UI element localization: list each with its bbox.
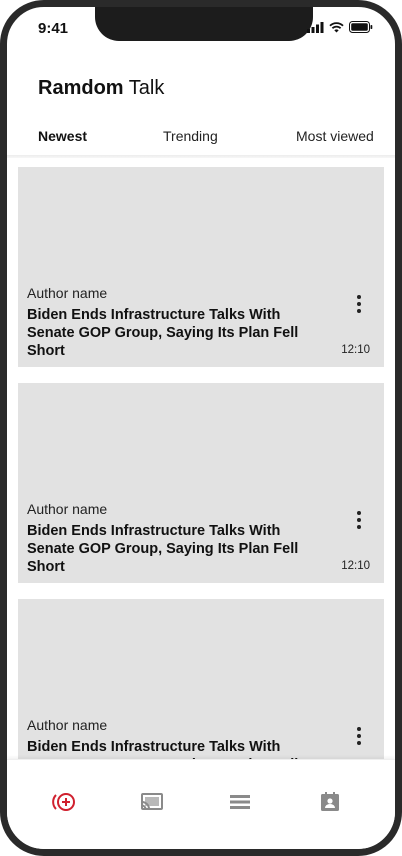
- contact-book-icon: [321, 792, 339, 811]
- tab-divider: [7, 155, 395, 158]
- nav-contacts-button[interactable]: [316, 790, 344, 814]
- nav-live-add-button[interactable]: [50, 790, 78, 814]
- more-options-icon[interactable]: [354, 511, 364, 531]
- tab-trending[interactable]: Trending: [163, 128, 218, 144]
- list-icon: [230, 795, 250, 809]
- phone-frame: 9:41 Ramdom Talk Newest Trending Most vi…: [0, 0, 402, 856]
- bottom-navigation: [7, 759, 395, 849]
- news-card[interactable]: Author name Biden Ends Infrastructure Ta…: [18, 383, 384, 583]
- app-title-rest: Talk: [128, 77, 165, 99]
- card-headline: Biden Ends Infrastructure Talks With Sen…: [27, 307, 299, 359]
- card-author: Author name: [27, 501, 108, 517]
- notch: [95, 7, 313, 41]
- more-options-icon[interactable]: [354, 295, 364, 315]
- battery-icon: [349, 21, 373, 33]
- signal-icon: [307, 21, 324, 33]
- status-icons: [307, 21, 373, 33]
- card-headline: Biden Ends Infrastructure Talks With Sen…: [27, 523, 299, 575]
- wifi-icon: [329, 21, 344, 32]
- card-time: 12:10: [341, 560, 370, 572]
- nav-list-button[interactable]: [226, 790, 254, 814]
- tab-newest[interactable]: Newest: [38, 128, 87, 144]
- app-title: Ramdom Talk: [38, 77, 164, 100]
- feed-tabs: Newest Trending Most viewed: [7, 128, 395, 156]
- card-author: Author name: [27, 285, 108, 301]
- card-time: 12:10: [341, 344, 370, 356]
- card-author: Author name: [27, 717, 108, 733]
- more-options-icon[interactable]: [354, 727, 364, 747]
- app-title-bold: Ramdom: [38, 77, 124, 99]
- tab-most-viewed[interactable]: Most viewed: [296, 128, 374, 144]
- news-card[interactable]: Author name Biden Ends Infrastructure Ta…: [18, 167, 384, 367]
- status-time: 9:41: [38, 20, 69, 37]
- live-add-icon: [52, 793, 75, 811]
- nav-cast-button[interactable]: [138, 790, 166, 814]
- cast-icon: [141, 793, 163, 810]
